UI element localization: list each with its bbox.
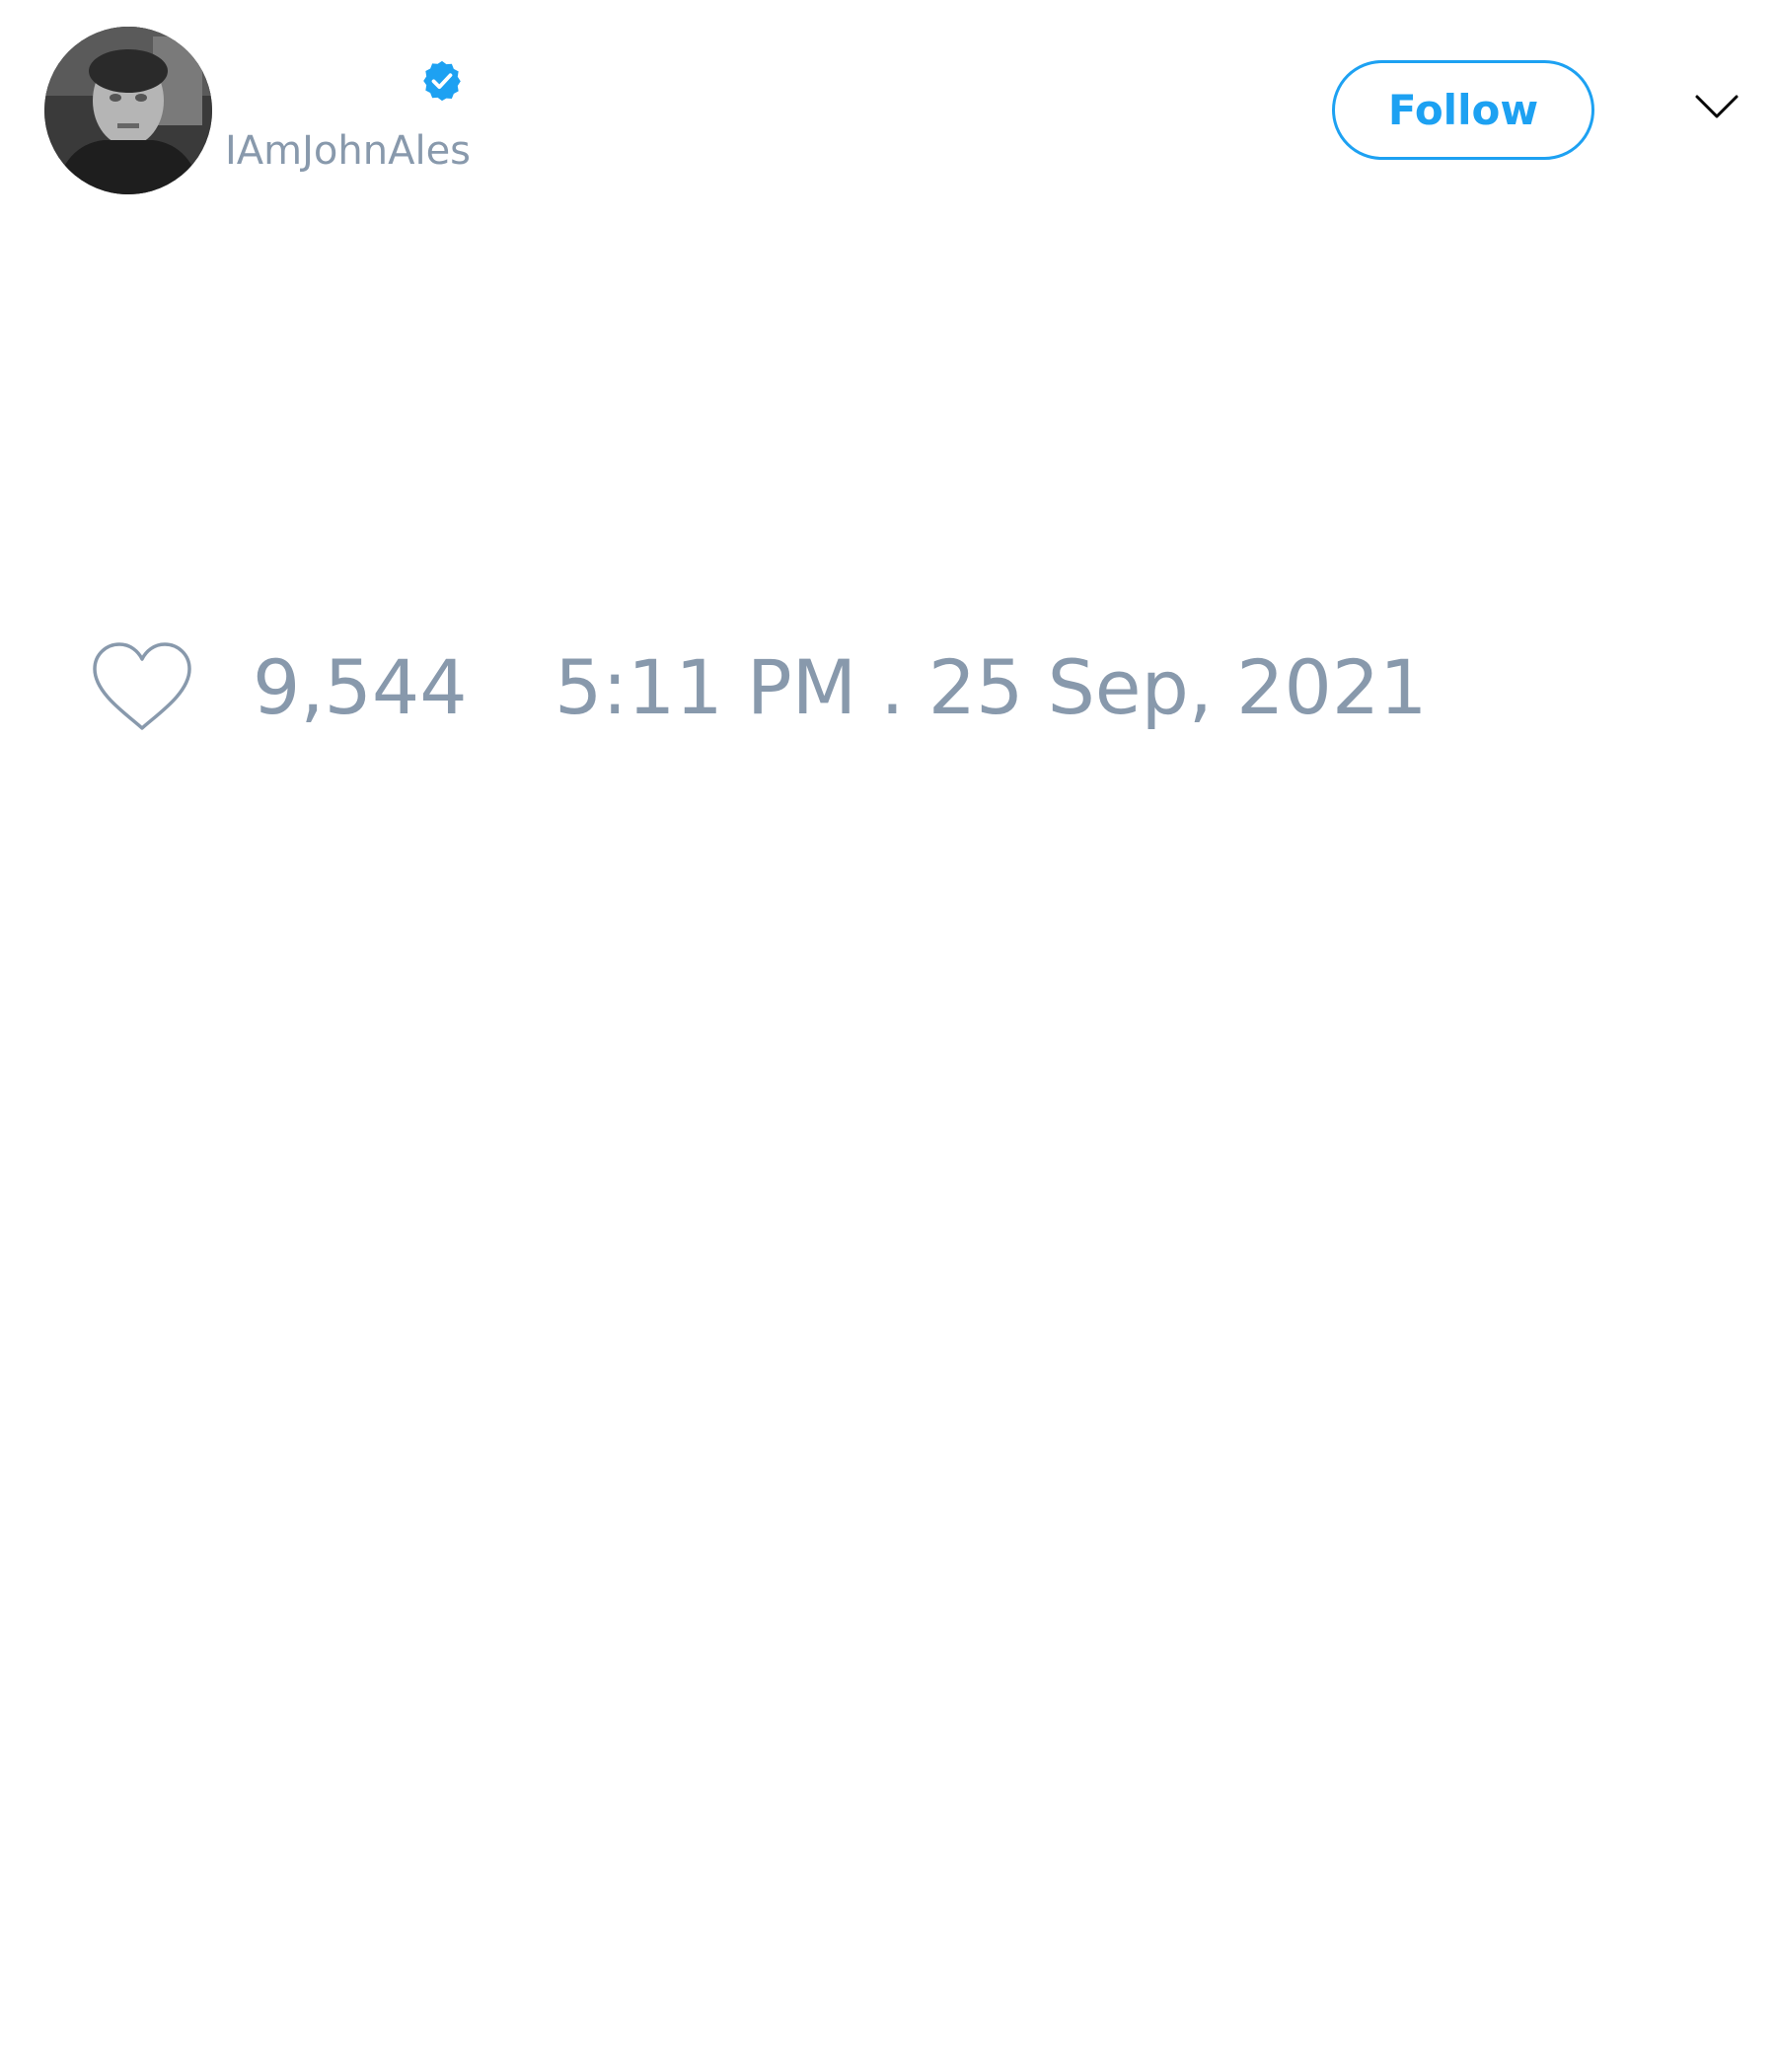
avatar-photo xyxy=(44,27,212,194)
like-count: 9,544 xyxy=(253,643,468,731)
tweet-actions: 9,544 5:11 PM . 25 Sep, 2021 xyxy=(0,631,1776,740)
author-handle[interactable]: IAmJohnAles xyxy=(225,126,471,176)
verified-badge-icon xyxy=(423,60,461,102)
heart-icon[interactable] xyxy=(89,639,195,734)
avatar[interactable] xyxy=(44,27,212,194)
tweet-timestamp[interactable]: 5:11 PM . 25 Sep, 2021 xyxy=(555,643,1428,732)
chevron-down-icon[interactable] xyxy=(1693,91,1740,122)
follow-button[interactable]: Follow xyxy=(1332,60,1594,160)
